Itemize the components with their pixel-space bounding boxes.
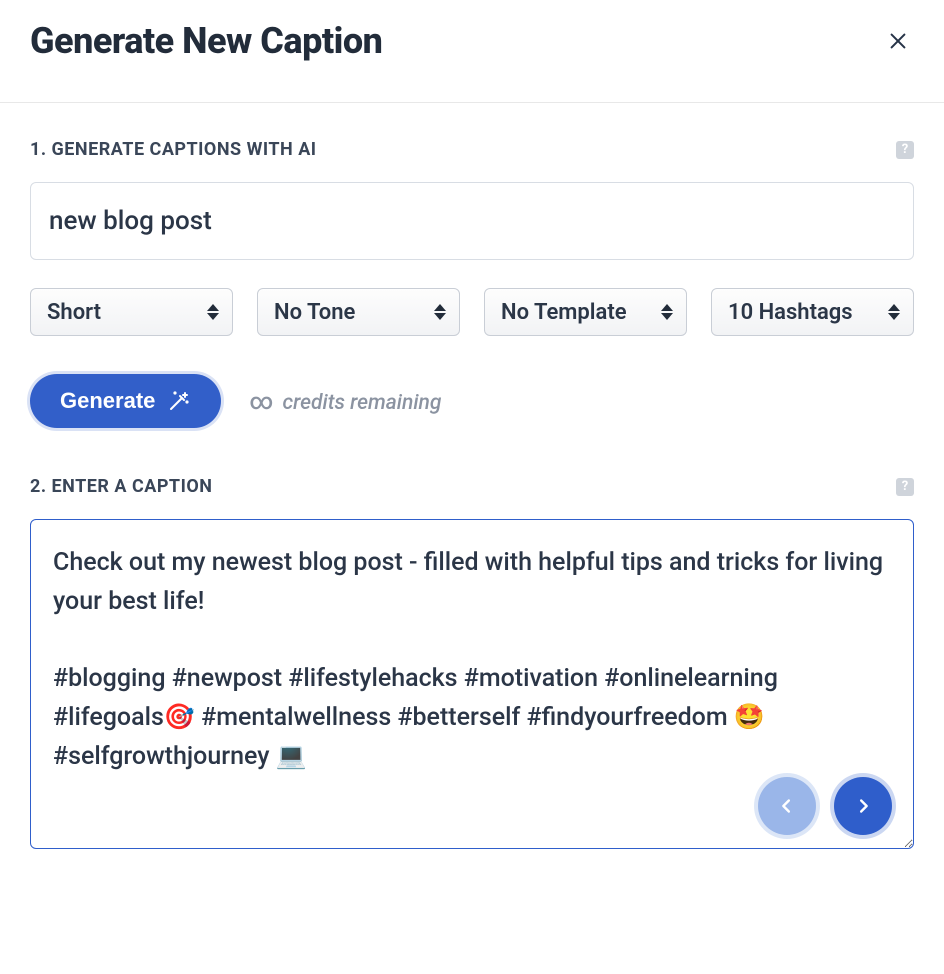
- prev-caption-button[interactable]: [758, 777, 816, 835]
- credits-symbol: ∞: [249, 388, 273, 415]
- hashtags-select-value: 10 Hashtags: [728, 300, 853, 325]
- credits-remaining: ∞ credits remaining: [249, 388, 441, 415]
- template-select-value: No Template: [501, 300, 627, 325]
- close-button[interactable]: [882, 25, 914, 57]
- help-icon[interactable]: ?: [896, 141, 914, 159]
- tone-select[interactable]: No Tone: [257, 288, 460, 336]
- magic-wand-icon: [167, 389, 191, 413]
- section-2-label: 2. ENTER A CAPTION: [30, 476, 212, 497]
- hashtags-select[interactable]: 10 Hashtags: [711, 288, 914, 336]
- select-stepper-icon: [206, 304, 220, 320]
- next-caption-button[interactable]: [834, 777, 892, 835]
- chevron-right-icon: [852, 795, 874, 817]
- chevron-left-icon: [776, 795, 798, 817]
- length-select[interactable]: Short: [30, 288, 233, 336]
- length-select-value: Short: [47, 300, 101, 325]
- generate-row: Generate ∞ credits remaining: [30, 374, 914, 428]
- modal-header: Generate New Caption: [0, 20, 944, 103]
- prompt-input[interactable]: [30, 182, 914, 260]
- section-2-header: 2. ENTER A CAPTION ?: [30, 476, 914, 497]
- generate-button[interactable]: Generate: [30, 374, 221, 428]
- tone-select-value: No Tone: [274, 300, 355, 325]
- select-stepper-icon: [660, 304, 674, 320]
- section-1-header: 1. GENERATE CAPTIONS WITH AI ?: [30, 139, 914, 160]
- close-icon: [887, 30, 909, 52]
- caption-container: [30, 519, 914, 853]
- select-stepper-icon: [887, 304, 901, 320]
- template-select[interactable]: No Template: [484, 288, 687, 336]
- credits-text: credits remaining: [282, 391, 441, 415]
- modal-title: Generate New Caption: [30, 20, 382, 62]
- help-icon[interactable]: ?: [896, 478, 914, 496]
- generate-caption-modal: Generate New Caption 1. GENERATE CAPTION…: [0, 0, 944, 974]
- generate-button-label: Generate: [60, 388, 155, 414]
- select-stepper-icon: [433, 304, 447, 320]
- section-1-label: 1. GENERATE CAPTIONS WITH AI: [30, 139, 317, 160]
- options-row: Short No Tone No Template 10 Hashtags: [30, 288, 914, 336]
